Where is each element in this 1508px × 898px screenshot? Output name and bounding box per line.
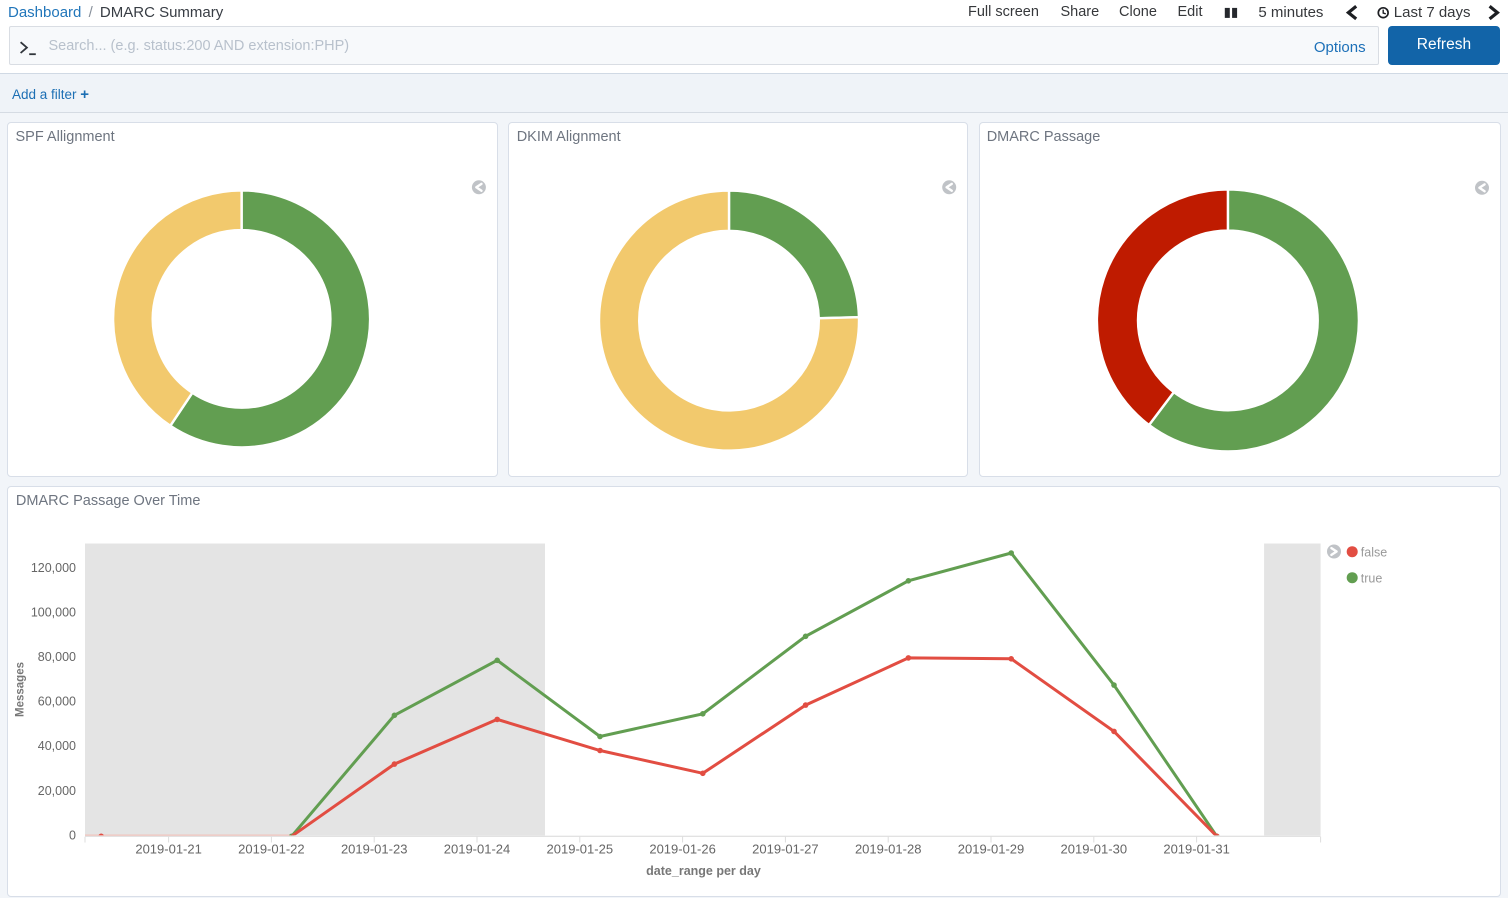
svg-text:2019-01-31: 2019-01-31	[1163, 842, 1230, 857]
svg-text:2019-01-29: 2019-01-29	[958, 842, 1025, 857]
svg-text:true: true	[1361, 572, 1383, 586]
svg-text:40,000: 40,000	[38, 739, 76, 753]
svg-text:Messages: Messages	[15, 662, 27, 717]
svg-text:2019-01-26: 2019-01-26	[649, 842, 716, 857]
svg-text:2019-01-22: 2019-01-22	[238, 842, 305, 857]
svg-text:false: false	[1361, 546, 1387, 560]
svg-text:20,000: 20,000	[38, 784, 76, 798]
svg-text:60,000: 60,000	[38, 695, 76, 709]
svg-text:date_range per day: date_range per day	[646, 864, 761, 878]
svg-text:2019-01-28: 2019-01-28	[855, 842, 922, 857]
svg-text:2019-01-23: 2019-01-23	[341, 842, 408, 857]
svg-text:2019-01-30: 2019-01-30	[1061, 842, 1128, 857]
svg-text:80,000: 80,000	[38, 650, 76, 664]
svg-text:2019-01-24: 2019-01-24	[444, 842, 511, 857]
svg-text:120,000: 120,000	[31, 561, 76, 575]
svg-text:2019-01-27: 2019-01-27	[752, 842, 819, 857]
svg-text:100,000: 100,000	[31, 606, 76, 620]
svg-text:2019-01-25: 2019-01-25	[547, 842, 614, 857]
svg-text:0: 0	[69, 828, 76, 842]
svg-text:2019-01-21: 2019-01-21	[135, 842, 202, 857]
